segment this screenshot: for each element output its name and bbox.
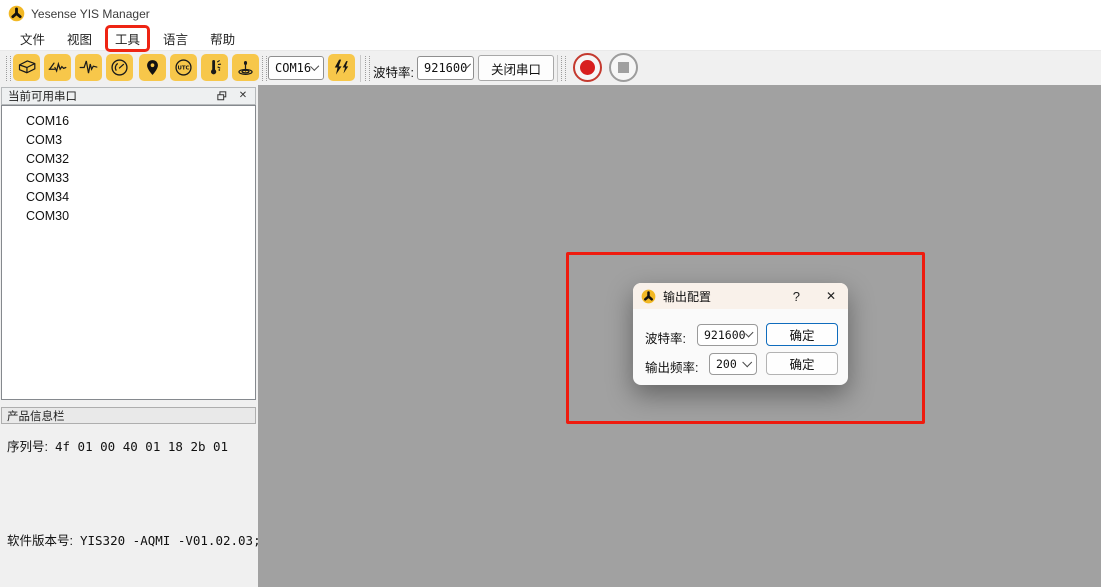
software-version-line: 软件版本号: YIS320 -AQMI -V01.02.03; (7, 530, 261, 549)
utc-clock-icon: UTC (173, 57, 194, 78)
ports-panel-title: 当前可用串口 (8, 88, 77, 104)
thermometer-icon (204, 57, 225, 78)
toolbar-grip[interactable] (365, 56, 370, 81)
serial-number-value: 4f 01 00 40 01 18 2b 01 (55, 439, 228, 454)
baud-rate-select[interactable]: 921600 (417, 56, 474, 80)
signal-waveform-icon (78, 57, 99, 78)
dialog-baud-confirm-button[interactable]: 确定 (766, 323, 838, 346)
stop-icon (618, 62, 629, 73)
float-panel-button[interactable] (216, 90, 228, 102)
port-list-item[interactable]: COM3 (2, 131, 255, 150)
ports-panel-header: 当前可用串口 ✕ (1, 87, 256, 105)
attitude-waveform-button[interactable] (44, 54, 71, 81)
menu-view[interactable]: 视图 (56, 26, 103, 51)
dialog-baud-value: 921600 (704, 328, 746, 342)
dialog-frequency-value: 200 (716, 357, 737, 371)
window-title: Yesense YIS Manager (31, 7, 150, 21)
record-button[interactable] (573, 53, 602, 82)
joystick-button[interactable] (232, 54, 259, 81)
port-list-item[interactable]: COM30 (2, 207, 255, 226)
menu-language[interactable]: 语言 (152, 26, 199, 51)
cube-3d-icon (16, 57, 37, 78)
dialog-title-bar[interactable]: 输出配置 ? ✕ (633, 283, 848, 309)
dialog-baud-label: 波特率: (645, 328, 686, 347)
thermometer-button[interactable] (201, 54, 228, 81)
dialog-frequency-label: 输出频率: (645, 357, 698, 376)
close-serial-port-label: 关闭串口 (491, 59, 541, 78)
serial-number-label: 序列号: (7, 436, 48, 455)
dialog-help-button[interactable]: ? (793, 289, 800, 304)
menu-tools[interactable]: 工具 (105, 25, 150, 52)
stop-button[interactable] (609, 53, 638, 82)
toolbar-grip[interactable] (262, 56, 267, 81)
close-panel-button[interactable]: ✕ (237, 90, 249, 102)
confirm-button-label: 确定 (789, 325, 814, 344)
baud-rate-label: 波特率: (373, 62, 414, 81)
title-bar: Yesense YIS Manager (0, 0, 1101, 27)
output-config-dialog: 输出配置 ? ✕ 波特率: 921600 确定 输出频率: 200 确定 (633, 283, 848, 385)
gauge-button[interactable] (106, 54, 133, 81)
joystick-icon (235, 57, 256, 78)
toolbar: UTC COM16 (0, 52, 1101, 85)
location-pin-button[interactable] (139, 54, 166, 81)
dialog-frequency-confirm-button[interactable]: 确定 (766, 352, 838, 375)
record-icon (580, 60, 595, 75)
port-list-item[interactable]: COM32 (2, 150, 255, 169)
close-serial-port-button[interactable]: 关闭串口 (478, 55, 554, 81)
svg-text:UTC: UTC (177, 66, 189, 72)
menu-file[interactable]: 文件 (9, 26, 56, 51)
double-lightning-icon (332, 58, 351, 77)
location-pin-icon (142, 57, 163, 78)
signal-waveform-button[interactable] (75, 54, 102, 81)
serial-number-line: 序列号: 4f 01 00 40 01 18 2b 01 (7, 436, 228, 455)
software-version-label: 软件版本号: (7, 530, 73, 549)
cube-3d-button[interactable] (13, 54, 40, 81)
toolbar-grip[interactable] (6, 56, 11, 81)
confirm-button-label: 确定 (789, 354, 814, 373)
ports-list: COM16 COM3 COM32 COM33 COM34 COM30 (1, 105, 256, 400)
info-panel-header: 产品信息栏 (1, 407, 256, 424)
port-select[interactable]: COM16 (268, 56, 324, 80)
dialog-title: 输出配置 (663, 288, 711, 305)
chevron-down-icon (310, 61, 319, 70)
toolbar-grip[interactable] (561, 56, 566, 81)
port-select-value: COM16 (275, 61, 311, 75)
yesense-logo-icon (8, 5, 25, 22)
chevron-down-icon (742, 357, 752, 367)
dialog-close-button[interactable]: ✕ (826, 289, 836, 303)
gauge-icon (109, 57, 130, 78)
dialog-frequency-select[interactable]: 200 (709, 353, 757, 375)
toolbar-separator (360, 55, 361, 82)
menu-bar: 文件 视图 工具 语言 帮助 (0, 27, 1101, 51)
toolbar-separator (557, 55, 558, 82)
menu-help[interactable]: 帮助 (199, 26, 246, 51)
port-list-item[interactable]: COM16 (2, 112, 255, 131)
baud-rate-value: 921600 (424, 61, 467, 75)
dialog-baud-select[interactable]: 921600 (697, 324, 758, 346)
info-panel-title: 产品信息栏 (7, 408, 65, 424)
port-list-item[interactable]: COM33 (2, 169, 255, 188)
refresh-ports-button[interactable] (328, 54, 355, 81)
utc-clock-button[interactable]: UTC (170, 54, 197, 81)
port-list-item[interactable]: COM34 (2, 188, 255, 207)
yesense-logo-icon (641, 289, 656, 304)
software-version-value: YIS320 -AQMI -V01.02.03; (80, 533, 261, 548)
attitude-waveform-icon (47, 57, 68, 78)
